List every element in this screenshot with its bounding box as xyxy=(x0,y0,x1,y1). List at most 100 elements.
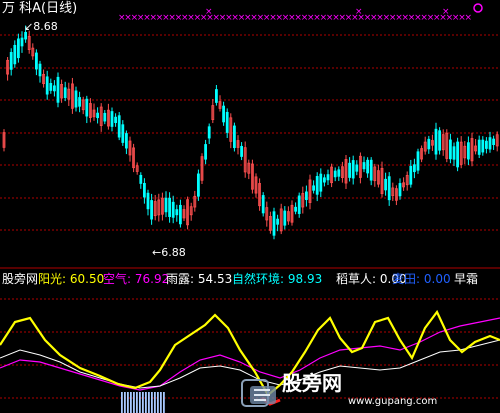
candle-body xyxy=(63,87,67,98)
candle-body xyxy=(150,200,154,220)
candle-body xyxy=(196,173,200,197)
signal-marker: × xyxy=(465,13,473,23)
candle-body xyxy=(348,162,352,178)
candle-body xyxy=(492,138,496,146)
candle-body xyxy=(178,204,182,225)
candle-body xyxy=(384,178,388,191)
legend-frost-label: 早霜 xyxy=(454,272,479,286)
candle-body xyxy=(214,89,218,103)
candle-body xyxy=(484,140,488,149)
candle-body xyxy=(53,85,56,92)
candle-body xyxy=(351,160,355,179)
histogram-bar xyxy=(160,392,162,413)
candle-body xyxy=(477,139,481,155)
candle-body xyxy=(452,146,456,160)
candle-body xyxy=(45,76,49,95)
stock-chart-window: × × × × × × × × × × × × × × × × × × × × × × × × × × × × × × × × × × × × × × × ×… xyxy=(0,0,500,413)
candle-body xyxy=(240,145,244,157)
chart-canvas[interactable]: ××××××××××××××××××××××××××××××××××××××××… xyxy=(0,0,500,413)
legend-sunshine-value: 60.50 xyxy=(69,272,105,286)
candle-body xyxy=(110,111,114,127)
indicator-legend: 自然环境: 98.93 xyxy=(232,272,322,286)
histogram-bar xyxy=(154,392,156,413)
candle-body xyxy=(333,170,337,178)
candle-body xyxy=(114,116,117,124)
signal-marker: × xyxy=(442,7,450,17)
candle-body xyxy=(387,176,391,201)
candle-body xyxy=(222,105,226,123)
candle-body xyxy=(272,211,276,236)
candle-body xyxy=(283,210,287,226)
candle-body xyxy=(225,111,229,133)
candle-body xyxy=(427,138,431,150)
candle-body xyxy=(117,115,121,138)
watermark-url: www.gupang.com xyxy=(348,396,438,407)
candle-body xyxy=(125,133,128,149)
candle-body xyxy=(412,164,416,173)
histogram-bar xyxy=(136,392,138,413)
indicator-legend: 雨露: 54.53 xyxy=(166,272,232,286)
candle-body xyxy=(312,185,316,191)
candle-body xyxy=(35,52,38,70)
candle-body xyxy=(297,195,301,214)
candle-body xyxy=(78,97,81,107)
candle-body xyxy=(326,174,330,181)
legend-air-label: 空气: xyxy=(103,272,132,286)
candle-body xyxy=(146,192,150,210)
candle-body xyxy=(204,144,208,160)
candle-body xyxy=(103,112,107,122)
candle-body xyxy=(294,206,298,212)
histogram-bar xyxy=(151,392,153,413)
candle-body xyxy=(85,98,89,117)
histogram-bar xyxy=(121,392,123,413)
candle-body xyxy=(20,37,24,47)
candle-body xyxy=(488,137,492,150)
legend-environment-label: 自然环境: xyxy=(232,272,285,286)
candle-body xyxy=(139,174,143,184)
histogram-bar xyxy=(148,392,150,413)
candle-body xyxy=(438,130,442,151)
candle-body xyxy=(9,52,13,70)
candle-body xyxy=(276,218,280,225)
candle-body xyxy=(74,90,78,108)
price-high-label: ↙8.68 xyxy=(24,20,58,33)
candle-body xyxy=(369,159,373,181)
candle-body xyxy=(207,126,211,139)
candle-body xyxy=(315,176,319,195)
legend-dew-label: 雨露: xyxy=(166,272,195,286)
indicator-name: 股旁网 xyxy=(2,272,39,286)
candle-body xyxy=(232,125,236,149)
indicator-legend: 麦田: 0.00 xyxy=(392,272,451,286)
histogram-bar xyxy=(130,392,132,413)
signal-marker: × xyxy=(355,7,363,17)
legend-scarecrow-label: 稻草人: xyxy=(336,272,377,286)
candle-body xyxy=(416,151,420,171)
legend-dew-value: 54.53 xyxy=(197,272,233,286)
histogram-bar xyxy=(145,392,147,413)
candle-body xyxy=(168,197,172,217)
candle-body xyxy=(448,139,452,160)
candle-body xyxy=(38,63,42,77)
candle-body xyxy=(481,139,485,153)
signal-marker: × xyxy=(205,7,213,17)
watermark-logo-icon xyxy=(241,379,276,407)
candle-body xyxy=(456,141,460,168)
histogram-bar xyxy=(139,392,141,413)
candle-body xyxy=(261,195,265,214)
candle-body xyxy=(466,142,470,160)
indicator-legend: 空气: 76.92 xyxy=(103,272,169,286)
histogram-bar xyxy=(157,392,159,413)
candle-body xyxy=(49,83,53,91)
candle-body xyxy=(322,177,326,183)
histogram-bar xyxy=(124,392,126,413)
candle-body xyxy=(13,44,17,65)
legend-wheatfield-label: 麦田: xyxy=(392,272,421,286)
candle-body xyxy=(304,191,308,200)
histogram-bar xyxy=(127,392,129,413)
histogram-bar xyxy=(163,392,165,413)
candle-body xyxy=(337,169,341,177)
candle-body xyxy=(56,76,60,103)
candle-body xyxy=(362,162,366,170)
watermark: 股旁网 www.gupang.com xyxy=(240,372,445,410)
legend-wheatfield-value: 0.00 xyxy=(423,272,451,286)
